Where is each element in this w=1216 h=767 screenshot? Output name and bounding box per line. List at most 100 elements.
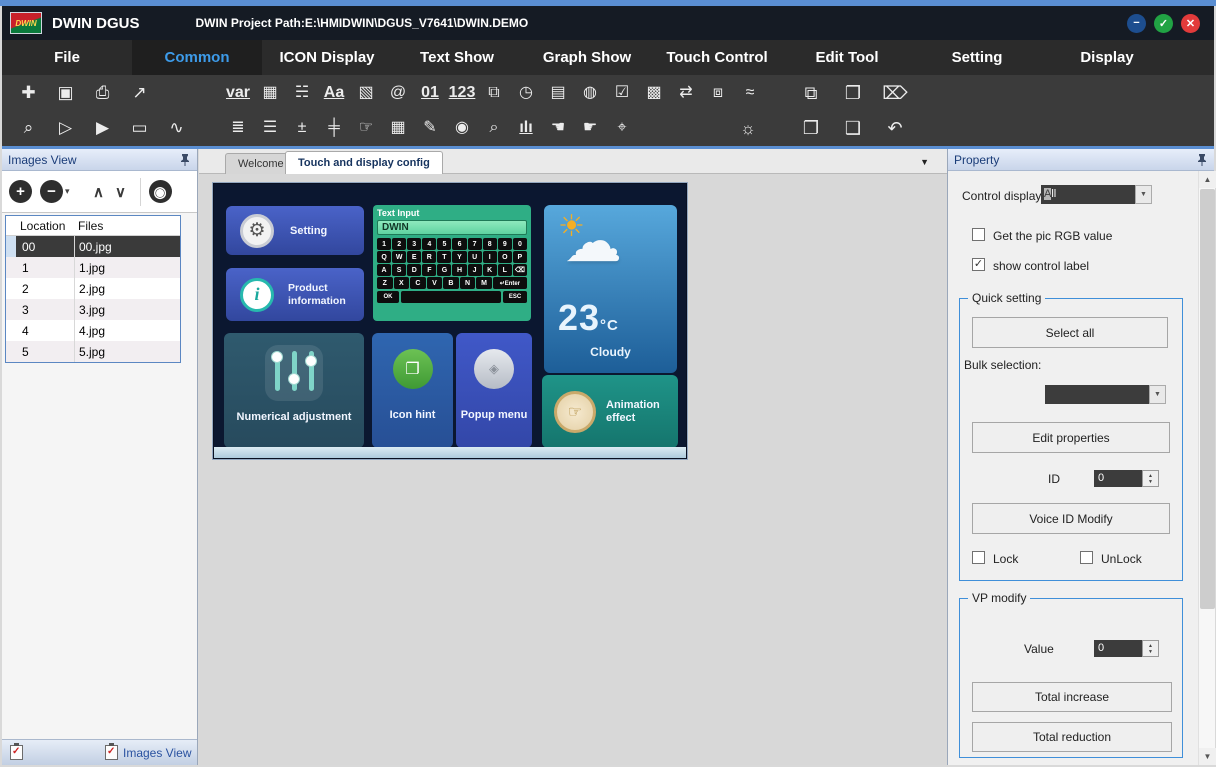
value-spinner-buttons[interactable]: ▲▼ — [1142, 640, 1159, 657]
image-row-2[interactable]: 22.jpg — [6, 278, 180, 299]
bulk-selection-dropdown-icon[interactable]: ▼ — [1149, 385, 1166, 404]
menu-file[interactable]: File — [2, 40, 132, 75]
move-up-button[interactable]: ∧ — [88, 183, 110, 201]
numeric-display-icon[interactable]: 123 — [446, 85, 478, 101]
brightness-icon[interactable]: ☼ — [732, 119, 764, 139]
drag-adjust-icon[interactable]: ☚ — [542, 120, 574, 136]
menu-touch-control[interactable]: Touch Control — [652, 40, 782, 75]
screen-preview-icon[interactable]: ▭ — [121, 119, 158, 136]
new-file-icon[interactable]: ✚ — [10, 84, 47, 101]
menu-text-show[interactable]: Text Show — [392, 40, 522, 75]
show-label-checkbox[interactable]: ✓ — [972, 258, 985, 271]
image-row-3[interactable]: 33.jpg — [6, 299, 180, 320]
handwriting-icon[interactable]: ✎ — [414, 120, 446, 136]
doc-edit-icon[interactable]: ≣ — [222, 120, 254, 136]
shapes-icon[interactable]: ◍ — [574, 85, 606, 101]
menu-edit-tool[interactable]: Edit Tool — [782, 40, 912, 75]
variable-icon[interactable]: var — [222, 85, 254, 101]
video-play-icon[interactable]: ▶ — [84, 119, 121, 136]
control-display-combobox[interactable]: All — [1041, 185, 1135, 204]
menu-icon-display[interactable]: ICON Display — [262, 40, 392, 75]
bit-variable-icon[interactable]: 01 — [414, 85, 446, 101]
video-clip-icon[interactable]: ▦ — [254, 85, 286, 101]
image-animation-icon[interactable]: ⇄ — [670, 85, 702, 101]
add-image-button[interactable]: + — [9, 180, 32, 203]
select-all-button[interactable]: Select all — [972, 317, 1168, 348]
remove-dropdown-icon[interactable]: ▾ — [65, 186, 70, 197]
mouse-sim-icon[interactable]: ⌖ — [606, 120, 638, 136]
get-rgb-checkbox[interactable] — [972, 228, 985, 241]
total-increase-button[interactable]: Total increase — [972, 682, 1172, 712]
image-row-5[interactable]: 55.jpg — [6, 341, 180, 362]
roll-text-icon[interactable]: ⧈ — [702, 85, 734, 101]
scrollbar-thumb[interactable] — [1200, 189, 1215, 609]
image-row-00[interactable]: 0000.jpg — [6, 236, 180, 257]
tab-list-dropdown-icon[interactable]: ▼ — [920, 157, 929, 167]
image-row-1[interactable]: 11.jpg — [6, 257, 180, 278]
touch-config-icon[interactable]: ☑ — [606, 85, 638, 101]
hmi-preview-image[interactable]: ⚙ Setting i Product information Text Inp… — [213, 183, 687, 459]
panel-tab-other[interactable] — [10, 745, 23, 760]
menu-display[interactable]: Display — [1042, 40, 1172, 75]
move-down-button[interactable]: ∨ — [110, 183, 132, 201]
slider-adjust-icon[interactable]: ╪ — [318, 120, 350, 136]
control-display-dropdown-icon[interactable]: ▼ — [1135, 185, 1152, 204]
menu-graph-show[interactable]: Graph Show — [522, 40, 652, 75]
text-frame-icon[interactable]: ⧉ — [478, 85, 510, 101]
scroll-up-icon[interactable]: ▲ — [1199, 171, 1216, 188]
save-icon[interactable]: ▣ — [47, 84, 84, 101]
copy-icon[interactable]: ⧉ — [790, 84, 832, 102]
clock-icon[interactable]: ◷ — [510, 85, 542, 101]
print-icon[interactable]: ⎙ — [84, 84, 121, 101]
text-display-icon[interactable]: Aa — [318, 85, 350, 101]
tab-touch-display-config[interactable]: Touch and display config — [285, 151, 443, 174]
remove-image-button[interactable]: − — [40, 180, 63, 203]
table-display-icon[interactable]: ▦ — [382, 120, 414, 136]
edit-properties-button[interactable]: Edit properties — [972, 422, 1170, 453]
lock-checkbox[interactable] — [972, 551, 985, 564]
copy-page-icon[interactable]: ❐ — [790, 119, 832, 137]
doc-search-icon[interactable]: ⌕ — [10, 119, 47, 136]
calendar-icon[interactable]: ▤ — [542, 85, 574, 101]
export-icon[interactable]: ↗ — [121, 84, 158, 101]
panel-tab-images-view[interactable]: Images View — [105, 745, 191, 760]
audio-icon[interactable]: ılı — [510, 120, 542, 136]
list-icon[interactable]: ☰ — [254, 120, 286, 136]
gesture-icon[interactable]: ☛ — [574, 120, 606, 136]
realtime-curve-icon[interactable]: ≈ — [734, 85, 766, 101]
sliders-icon[interactable]: ☵ — [286, 85, 318, 101]
disk-search-icon[interactable]: ⌕ — [478, 120, 510, 136]
id-spinner-value[interactable]: 0 — [1094, 470, 1142, 487]
incremental-adjust-icon[interactable]: ± — [286, 120, 318, 136]
image-row-4[interactable]: 44.jpg — [6, 320, 180, 341]
id-spinner-buttons[interactable]: ▲▼ — [1142, 470, 1159, 487]
value-spinner[interactable]: 0 — [1094, 640, 1142, 657]
touch-action-icon[interactable]: ☞ — [350, 120, 382, 136]
maximize-button[interactable]: ✓ — [1154, 14, 1173, 33]
bulk-selection-combobox[interactable] — [1045, 385, 1149, 404]
paste-icon[interactable]: ❐ — [832, 84, 874, 102]
qr-code-icon[interactable]: ▩ — [638, 85, 670, 101]
property-scrollbar[interactable]: ▲ ▼ — [1198, 171, 1215, 765]
preview-eye-button[interactable]: ◉ — [149, 180, 172, 203]
paste-page-icon[interactable]: ❑ — [832, 119, 874, 137]
pin-icon[interactable] — [1196, 153, 1208, 167]
undo-icon[interactable]: ↶ — [874, 119, 916, 137]
delete-icon[interactable]: ⌦ — [874, 84, 916, 102]
unlock-checkbox[interactable] — [1080, 551, 1093, 564]
close-button[interactable]: ✕ — [1181, 14, 1200, 33]
icon-rotation-icon[interactable]: @ — [382, 85, 414, 101]
pin-icon[interactable] — [179, 153, 191, 167]
voice-id-modify-button[interactable]: Voice ID Modify — [972, 503, 1170, 534]
curve-icon[interactable]: ∿ — [158, 119, 195, 136]
popup-label: Popup menu — [461, 409, 528, 421]
play-icon[interactable]: ▷ — [47, 119, 84, 136]
text-input-icon[interactable]: ◉ — [446, 120, 478, 136]
menu-common[interactable]: Common — [132, 40, 262, 75]
image-display-icon[interactable]: ▧ — [350, 85, 382, 101]
scroll-down-icon[interactable]: ▼ — [1199, 748, 1216, 765]
minimize-button[interactable]: − — [1127, 14, 1146, 33]
total-reduction-button[interactable]: Total reduction — [972, 722, 1172, 752]
menu-setting[interactable]: Setting — [912, 40, 1042, 75]
images-table: Location Files 0000.jpg11.jpg22.jpg33.jp… — [5, 215, 181, 363]
